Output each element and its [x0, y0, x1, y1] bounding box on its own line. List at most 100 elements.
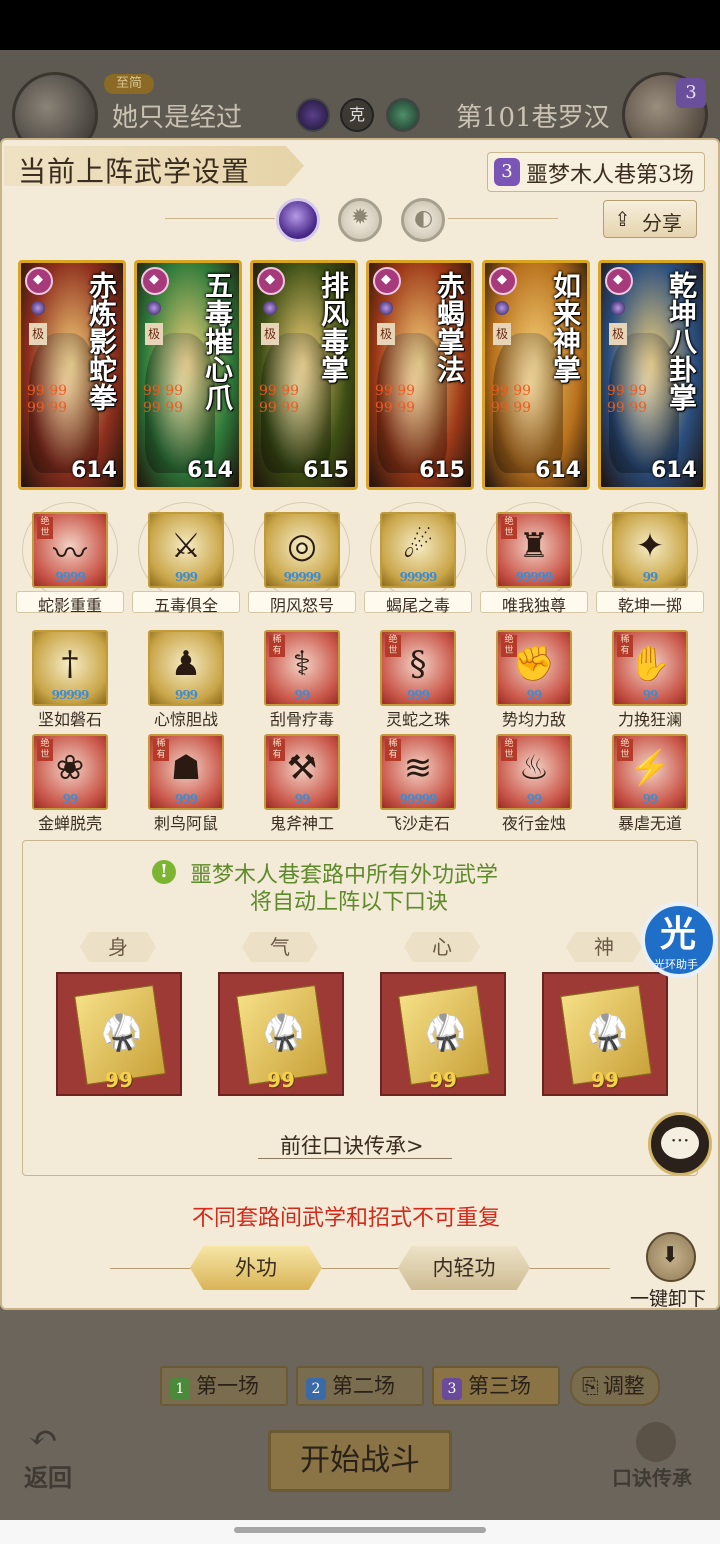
rank-label: 极: [377, 323, 395, 345]
secret-level: 99: [591, 1068, 619, 1092]
rank-label: 极: [609, 323, 627, 345]
move-icon[interactable]: 〰 9999 绝世: [32, 512, 108, 588]
move-level: 99: [294, 688, 311, 702]
move-icon[interactable]: ⚔ 999: [148, 512, 224, 588]
move-icon[interactable]: ✊ 99 绝世: [496, 630, 572, 706]
home-indicator[interactable]: [234, 1527, 486, 1533]
skill-name: 五毒摧心爪: [201, 271, 234, 411]
move-level: 99: [526, 792, 543, 806]
skill-name: 如来神掌: [549, 271, 582, 383]
tab-internal-light[interactable]: 内轻功: [398, 1246, 530, 1290]
round-2-button[interactable]: 2 第二场: [296, 1366, 424, 1406]
secret-card-body[interactable]: 99: [56, 972, 182, 1096]
stage-label: 噩梦木人巷第3场: [526, 163, 694, 188]
rarity-tag: 绝世: [501, 739, 517, 761]
round-3-button[interactable]: 3 第三场: [432, 1366, 560, 1406]
move-icon[interactable]: ✦ 99: [612, 512, 688, 588]
player-left-name: 她只是经过: [112, 103, 243, 133]
round-label: 第二场: [332, 1374, 395, 1398]
secret-card-qi[interactable]: 99: [218, 972, 344, 1096]
rarity-tag: 稀有: [269, 739, 285, 761]
skill-power: 614: [187, 458, 233, 483]
move-icon[interactable]: ♟ 999: [148, 630, 224, 706]
move-label: 灵蛇之珠: [385, 710, 450, 729]
move-icon[interactable]: ♜ 99999 绝世: [496, 512, 572, 588]
move-icon[interactable]: ◎ 99999: [264, 512, 340, 588]
sun-faction-toggle[interactable]: [338, 198, 382, 242]
secret-level: 99: [105, 1068, 133, 1092]
chat-icon[interactable]: [648, 1112, 712, 1176]
element-badge-icon: [605, 267, 633, 295]
skill-card[interactable]: 极 99 99 99 99 五毒摧心爪 614: [134, 260, 242, 490]
move-level: 999: [406, 688, 430, 702]
rarity-tag: 绝世: [501, 517, 517, 539]
move-label: 金蝉脱壳: [37, 814, 102, 833]
move-icon[interactable]: ☗ 999 稀有: [148, 734, 224, 810]
rarity-tag: 稀有: [153, 739, 169, 761]
category-body: 身: [80, 932, 156, 962]
goto-secret-inherit-link[interactable]: 前往口诀传承>: [280, 1130, 424, 1160]
move-icon[interactable]: ⚒ 99 稀有: [264, 734, 340, 810]
move-icon[interactable]: ✋ 99 稀有: [612, 630, 688, 706]
secret-card-mind[interactable]: 99: [380, 972, 506, 1096]
secret-inherit-icon: [636, 1422, 676, 1462]
move-icon[interactable]: ⚕ 99 稀有: [264, 630, 340, 706]
secret-card-spirit[interactable]: 99: [542, 972, 668, 1096]
rank-tag: 至简: [104, 74, 154, 94]
start-battle-button[interactable]: 开始战斗: [268, 1430, 452, 1492]
move-icon[interactable]: ⚡ 99 绝世: [612, 734, 688, 810]
crescent-faction-toggle[interactable]: [401, 198, 445, 242]
tab-divider: [110, 1268, 610, 1269]
helper-label: 光环助手: [654, 958, 698, 971]
element-badge-icon: [373, 267, 401, 295]
move-label: 刺鸟阿鼠: [153, 814, 218, 833]
move-label: 鬼斧神工: [269, 814, 334, 833]
adjust-button[interactable]: ⎘ 调整: [570, 1366, 660, 1406]
back-button[interactable]: 返回: [24, 1458, 72, 1493]
element-badge-icon: [489, 267, 517, 295]
secret-inherit-button[interactable]: 口诀传承: [612, 1462, 692, 1491]
skill-card[interactable]: 极 99 99 99 99 排风毒掌 615: [250, 260, 358, 490]
move-glyph-icon: ◎: [287, 526, 317, 566]
opponent-stage-badge: 3: [676, 78, 706, 108]
skill-card[interactable]: 极 99 99 99 99 赤蝎掌法 615: [366, 260, 474, 490]
moon-faction-toggle[interactable]: [276, 198, 320, 242]
secret-level: 99: [267, 1068, 295, 1092]
tab-external[interactable]: 外功: [190, 1246, 322, 1290]
helper-logo-glyph: 光: [660, 913, 697, 955]
secret-level: 99: [429, 1068, 457, 1092]
move-icon[interactable]: ♨ 99 绝世: [496, 734, 572, 810]
skill-card[interactable]: 极 99 99 99 99 如来神掌 614: [482, 260, 590, 490]
link-underline: [258, 1158, 452, 1159]
move-level: 99: [526, 688, 543, 702]
rank-label: 极: [493, 323, 511, 345]
move-level: 99999: [283, 570, 322, 584]
move-icon[interactable]: † 99999: [32, 630, 108, 706]
move-icon[interactable]: ❀ 99 绝世: [32, 734, 108, 810]
move-label: 蛇影重重: [37, 596, 102, 615]
skill-power: 615: [419, 458, 465, 483]
move-icon[interactable]: ☄ 99999: [380, 512, 456, 588]
move-label: 乾坤一掷: [617, 596, 682, 615]
unload-all-label: 一键卸下: [630, 1288, 707, 1310]
moon-faction-icon: [263, 301, 277, 315]
move-label: 力挽狂澜: [617, 710, 682, 729]
move-level: 99999: [399, 570, 438, 584]
flame-levels: 99 99 99 99: [27, 383, 68, 416]
round-1-button[interactable]: 1 第一场: [160, 1366, 288, 1406]
move-label: 五毒俱全: [153, 596, 218, 615]
rarity-tag: 稀有: [617, 635, 633, 657]
move-level: 99999: [399, 792, 438, 806]
category-mind: 心: [404, 932, 480, 962]
move-level: 99: [642, 570, 659, 584]
skill-card[interactable]: 极 99 99 99 99 乾坤八卦掌 614: [598, 260, 706, 490]
unload-all-button[interactable]: [646, 1232, 696, 1282]
move-glyph-icon: ⚔: [170, 526, 202, 566]
move-icon[interactable]: § 999 绝世: [380, 630, 456, 706]
skill-card[interactable]: 极 99 99 99 99 赤炼影蛇拳 614: [18, 260, 126, 490]
move-label: 势均力敌: [501, 710, 566, 729]
move-icon[interactable]: ≋ 99999 稀有: [380, 734, 456, 810]
move-label: 唯我独尊: [501, 596, 566, 615]
adjust-icon: ⎘: [582, 1374, 599, 1398]
move-level: 99: [642, 688, 659, 702]
